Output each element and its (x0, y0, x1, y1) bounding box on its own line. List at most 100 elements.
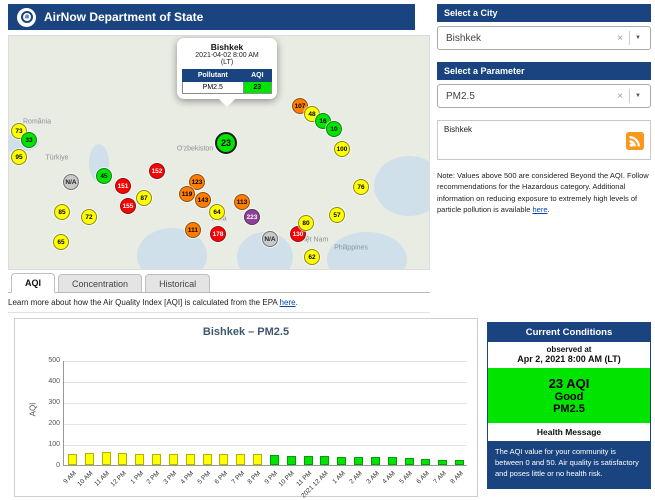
popup-aqi-header: AQI (242, 69, 273, 82)
city-clear-icon[interactable]: × (611, 33, 629, 44)
feed-box: Bishkek (437, 120, 651, 160)
aqi-marker[interactable]: 45 (96, 168, 112, 184)
gridline (64, 424, 467, 425)
popup-pollutant-value: PM2.5 (182, 81, 244, 94)
chart-bar (236, 453, 246, 465)
y-tick-label: 400 (48, 378, 60, 385)
y-tick-label: 0 (56, 462, 60, 469)
x-tick-label: 10 PM (277, 470, 297, 489)
x-tick-label: 8 PM (246, 470, 263, 486)
y-tick-label: 200 (48, 420, 60, 427)
x-tick-label: 7 PM (230, 470, 246, 486)
map-canvas[interactable]: Bishkek 2021-04-02 8:00 AM (LT) Pollutan… (8, 35, 430, 270)
select-city-header: Select a City (437, 4, 651, 22)
chart-bar (185, 454, 195, 465)
chart-bar (135, 454, 145, 465)
x-tick-label: 4 AM (381, 470, 398, 486)
map-popup: Bishkek 2021-04-02 8:00 AM (LT) Pollutan… (177, 38, 277, 99)
observed-label: observed at (546, 345, 592, 354)
tab-concentration[interactable]: Concentration (58, 274, 143, 292)
x-tick-label: 9 AM (61, 470, 78, 486)
x-tick-label: 2 AM (348, 470, 364, 486)
y-tick-label: 300 (48, 399, 60, 406)
chart-bar (168, 453, 178, 465)
aqi-marker[interactable]: 113 (234, 194, 250, 210)
popup-timezone: (LT) (220, 59, 234, 66)
aqi-marker[interactable]: 76 (353, 179, 369, 195)
chart-bar (354, 457, 364, 465)
aqi-marker[interactable]: N/A (63, 174, 79, 190)
tab-strip: AQI Concentration Historical (8, 273, 430, 293)
aqi-marker[interactable]: 87 (136, 190, 152, 206)
aqi-marker[interactable]: 65 (53, 234, 69, 250)
aqi-marker[interactable]: 33 (21, 132, 37, 148)
note-text-after: . (547, 204, 550, 214)
x-tick-label: 10 AM (76, 470, 95, 488)
app-title: AirNow Department of State (44, 10, 204, 24)
observed-block: observed at Apr 2, 2021 8:00 AM (LT) (488, 342, 650, 368)
parameter-select[interactable]: PM2.5 × ▼ (437, 84, 651, 108)
y-tick-label: 100 (48, 441, 60, 448)
map-place-label: Türkiye (45, 154, 69, 162)
aqi-marker[interactable]: 151 (115, 178, 131, 194)
aqi-marker[interactable]: 223 (244, 209, 260, 225)
aqi-marker[interactable]: 100 (334, 141, 350, 157)
chart-bar (404, 457, 414, 465)
aqi-marker[interactable]: 111 (185, 222, 201, 238)
conditions-title: Current Conditions (488, 323, 650, 342)
health-message-title: Health Message (536, 427, 602, 437)
dos-seal-icon (17, 7, 36, 27)
sidebar: Select a City Bishkek × ▼ Select a Param… (437, 4, 651, 215)
aqi-value-box: 23 AQI Good PM2.5 (488, 368, 650, 423)
aqi-marker[interactable]: 10 (326, 121, 342, 137)
tab-historical[interactable]: Historical (145, 274, 211, 292)
rss-icon[interactable] (626, 132, 644, 150)
aqi-marker[interactable]: 143 (195, 192, 211, 208)
chart-plot: AQI 0 100 200 300 400 500 9 AM 10 AM 11 AM 12 PM 1… (28, 357, 467, 499)
city-dropdown-arrow-icon[interactable]: ▼ (630, 35, 646, 41)
x-tick-label: 6 PM (213, 470, 229, 486)
aqi-marker[interactable]: 62 (304, 249, 320, 265)
y-tick-label: 500 (48, 357, 60, 364)
aqi-chart: Bishkek – PM2.5 AQI 0 100 200 300 400 500 9 AM… (14, 318, 478, 499)
chart-bar (370, 457, 380, 465)
aqi-marker-selected[interactable]: 23 (215, 132, 237, 154)
parameter-dropdown-arrow-icon[interactable]: ▼ (630, 93, 646, 99)
x-tick-label: 11 AM (93, 470, 112, 488)
aqi-marker[interactable]: 178 (210, 226, 226, 242)
aqi-marker[interactable]: 119 (179, 186, 195, 202)
x-tick-label: 5 PM (196, 470, 213, 486)
aqi-marker[interactable]: 155 (120, 198, 136, 214)
aqi-marker[interactable]: 85 (54, 204, 70, 220)
popup-table: Pollutant AQI PM2.5 23 (182, 69, 273, 94)
epa-here-link[interactable]: here (280, 298, 296, 307)
chart-bar (303, 455, 313, 465)
tab-aqi[interactable]: AQI (11, 273, 56, 293)
aqi-marker[interactable]: 80 (298, 215, 314, 231)
parameter-clear-icon[interactable]: × (611, 91, 629, 102)
chart-bar (387, 457, 397, 465)
select-parameter-header: Select a Parameter (437, 62, 651, 80)
popup-pollutant-header: Pollutant (182, 69, 244, 82)
note-here-link[interactable]: here (532, 205, 547, 214)
chart-bar (286, 455, 296, 465)
chart-title: Bishkek – PM2.5 (202, 326, 290, 338)
chart-bar (320, 456, 330, 465)
gridline (64, 403, 467, 404)
gridline (64, 445, 467, 446)
app-header: AirNow Department of State (8, 4, 415, 30)
map-place-label: O'zbekiston (176, 145, 214, 153)
city-select[interactable]: Bishkek × ▼ (437, 26, 651, 50)
aqi-marker[interactable]: 57 (329, 207, 345, 223)
x-tick-label: 2 PM (145, 470, 162, 486)
aqi-marker[interactable]: 72 (81, 209, 97, 225)
water-shape (327, 232, 407, 269)
x-tick-label: 1 AM (331, 470, 347, 486)
aqi-marker[interactable]: 95 (11, 149, 27, 165)
popup-city: Bishkek (210, 42, 244, 52)
aqi-marker[interactable]: 64 (209, 204, 225, 220)
aqi-marker[interactable]: N/A (262, 231, 278, 247)
aqi-marker[interactable]: 152 (149, 163, 165, 179)
x-tick-label: 1 PM (129, 470, 145, 486)
city-select-value: Bishkek (446, 32, 482, 44)
